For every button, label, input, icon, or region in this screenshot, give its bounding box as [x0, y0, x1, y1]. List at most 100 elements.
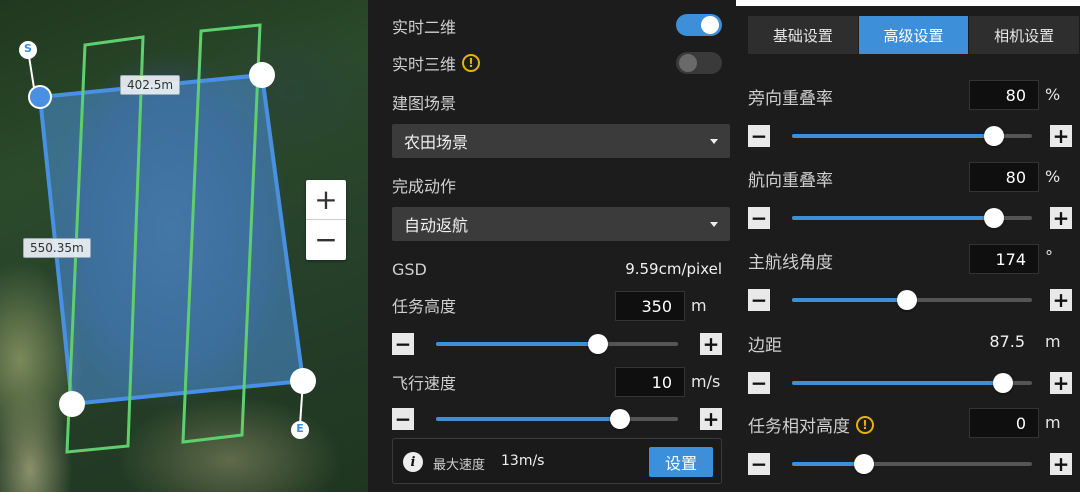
vertex-handle-top-right[interactable] [249, 62, 275, 88]
distance-label-height: 550.35m [23, 238, 91, 258]
speed-label: 飞行速度 [392, 374, 457, 393]
vertex-handle-top-left[interactable] [28, 85, 52, 109]
realtime-3d-toggle[interactable] [676, 52, 722, 74]
set-button[interactable]: 设置 [649, 447, 713, 477]
margin-increment-button[interactable]: + [1050, 372, 1072, 394]
realtime-2d-row: 实时二维 [392, 14, 722, 38]
side-overlap-slider[interactable] [792, 126, 1032, 146]
mission-panel: 实时二维 实时三维 ! 建图场景 农田场景 完成动作 自动返航 GSD 9.59… [368, 0, 736, 492]
caret-down-icon [710, 139, 718, 144]
finish-action-label: 完成动作 [392, 177, 457, 196]
speed-input[interactable]: 10 [615, 367, 685, 397]
slider-fill [792, 134, 994, 138]
slider-fill [792, 298, 908, 302]
slider-thumb[interactable] [993, 373, 1014, 393]
slider-thumb[interactable] [897, 290, 918, 310]
front-overlap-increment-button[interactable]: + [1050, 207, 1072, 229]
slider-fill [436, 342, 599, 346]
gsd-label: GSD [392, 259, 427, 279]
relative-height-input[interactable]: 0 [969, 408, 1039, 438]
warning-icon[interactable]: ! [856, 415, 874, 434]
max-speed-info: i 最大速度 13m/s 设置 [392, 438, 722, 484]
slider-fill [792, 216, 994, 220]
realtime-2d-label: 实时二维 [392, 18, 457, 37]
toggle-knob [701, 16, 719, 34]
margin-decrement-button[interactable]: − [748, 372, 770, 394]
speed-increment-button[interactable]: + [700, 408, 722, 430]
main-angle-decrement-button[interactable]: − [748, 289, 770, 311]
caret-down-icon [710, 222, 718, 227]
warning-icon[interactable]: ! [462, 54, 481, 72]
tab-camera-settings[interactable]: 相机设置 [969, 16, 1080, 54]
finish-action-select-value: 自动返航 [404, 216, 469, 235]
realtime-2d-toggle[interactable] [676, 14, 722, 36]
main-angle-unit: ° [1045, 247, 1053, 266]
main-angle-label: 主航线角度 [748, 253, 833, 273]
zoom-in-button[interactable]: + [306, 180, 346, 220]
top-strip [736, 0, 1080, 6]
realtime-3d-row: 实时三维 ! [392, 51, 722, 75]
info-icon: i [403, 452, 423, 472]
side-overlap-decrement-button[interactable]: − [748, 125, 770, 147]
map-view[interactable]: S E 402.5m 550.35m + − [0, 0, 368, 492]
side-overlap-label: 旁向重叠率 [748, 89, 833, 109]
realtime-3d-label: 实时三维 [392, 55, 457, 74]
gsd-value: 9.59cm/pixel [625, 260, 722, 278]
slider-fill [792, 381, 1004, 385]
scene-select[interactable]: 农田场景 [392, 124, 730, 158]
main-angle-increment-button[interactable]: + [1050, 289, 1072, 311]
speed-slider[interactable] [436, 409, 678, 429]
slider-thumb[interactable] [983, 126, 1004, 146]
altitude-decrement-button[interactable]: − [392, 333, 414, 355]
start-marker-label: S [24, 42, 32, 55]
margin-unit: m [1045, 332, 1061, 351]
gsd-row: GSD 9.59cm/pixel [392, 257, 722, 281]
relative-height-label: 任务相对高度 [748, 417, 850, 437]
relative-height-row: 任务相对高度 ! [748, 412, 874, 437]
scene-label: 建图场景 [392, 94, 457, 113]
front-overlap-label: 航向重叠率 [748, 171, 833, 191]
toggle-knob [679, 54, 697, 72]
relative-height-decrement-button[interactable]: − [748, 453, 770, 475]
side-overlap-unit: % [1045, 85, 1061, 104]
altitude-slider[interactable] [436, 334, 678, 354]
slider-fill [436, 417, 620, 421]
finish-action-label-row: 完成动作 [392, 173, 722, 197]
main-angle-input[interactable]: 174 [969, 244, 1039, 274]
relative-height-increment-button[interactable]: + [1050, 453, 1072, 475]
altitude-increment-button[interactable]: + [700, 333, 722, 355]
margin-value: 87.5 [989, 332, 1025, 351]
side-overlap-input[interactable]: 80 [969, 80, 1039, 110]
slider-thumb[interactable] [609, 409, 630, 429]
settings-tabs: 基础设置 高级设置 相机设置 [748, 16, 1080, 54]
front-overlap-slider[interactable] [792, 208, 1032, 228]
front-overlap-unit: % [1045, 167, 1061, 186]
zoom-out-button[interactable]: − [306, 220, 346, 260]
margin-slider[interactable] [792, 373, 1032, 393]
vertex-handle-bottom-right[interactable] [290, 368, 316, 394]
relative-height-unit: m [1045, 413, 1061, 432]
front-overlap-decrement-button[interactable]: − [748, 207, 770, 229]
altitude-unit: m [691, 296, 707, 315]
altitude-label: 任务高度 [392, 297, 457, 316]
slider-thumb[interactable] [854, 454, 874, 474]
slider-thumb[interactable] [983, 208, 1004, 228]
distance-label-width: 402.5m [120, 75, 181, 95]
relative-height-slider[interactable] [792, 454, 1032, 474]
front-overlap-input[interactable]: 80 [969, 162, 1039, 192]
vertex-handle-bottom-left[interactable] [59, 391, 85, 417]
tab-advanced-settings[interactable]: 高级设置 [858, 16, 970, 54]
max-speed-value: 13m/s [501, 453, 545, 469]
main-angle-slider[interactable] [792, 290, 1032, 310]
speed-unit: m/s [691, 372, 721, 391]
altitude-input[interactable]: 350 [615, 291, 685, 321]
max-speed-label: 最大速度 [433, 458, 486, 473]
slider-thumb[interactable] [588, 334, 609, 354]
finish-action-select[interactable]: 自动返航 [392, 207, 730, 241]
speed-decrement-button[interactable]: − [392, 408, 414, 430]
side-overlap-increment-button[interactable]: + [1050, 125, 1072, 147]
end-marker-label: E [296, 422, 304, 435]
zoom-control: + − [306, 180, 346, 260]
tab-basic-settings[interactable]: 基础设置 [748, 16, 859, 54]
advanced-settings-panel: 基础设置 高级设置 相机设置 旁向重叠率 80 % − + 航向重叠率 80 %… [736, 0, 1080, 492]
